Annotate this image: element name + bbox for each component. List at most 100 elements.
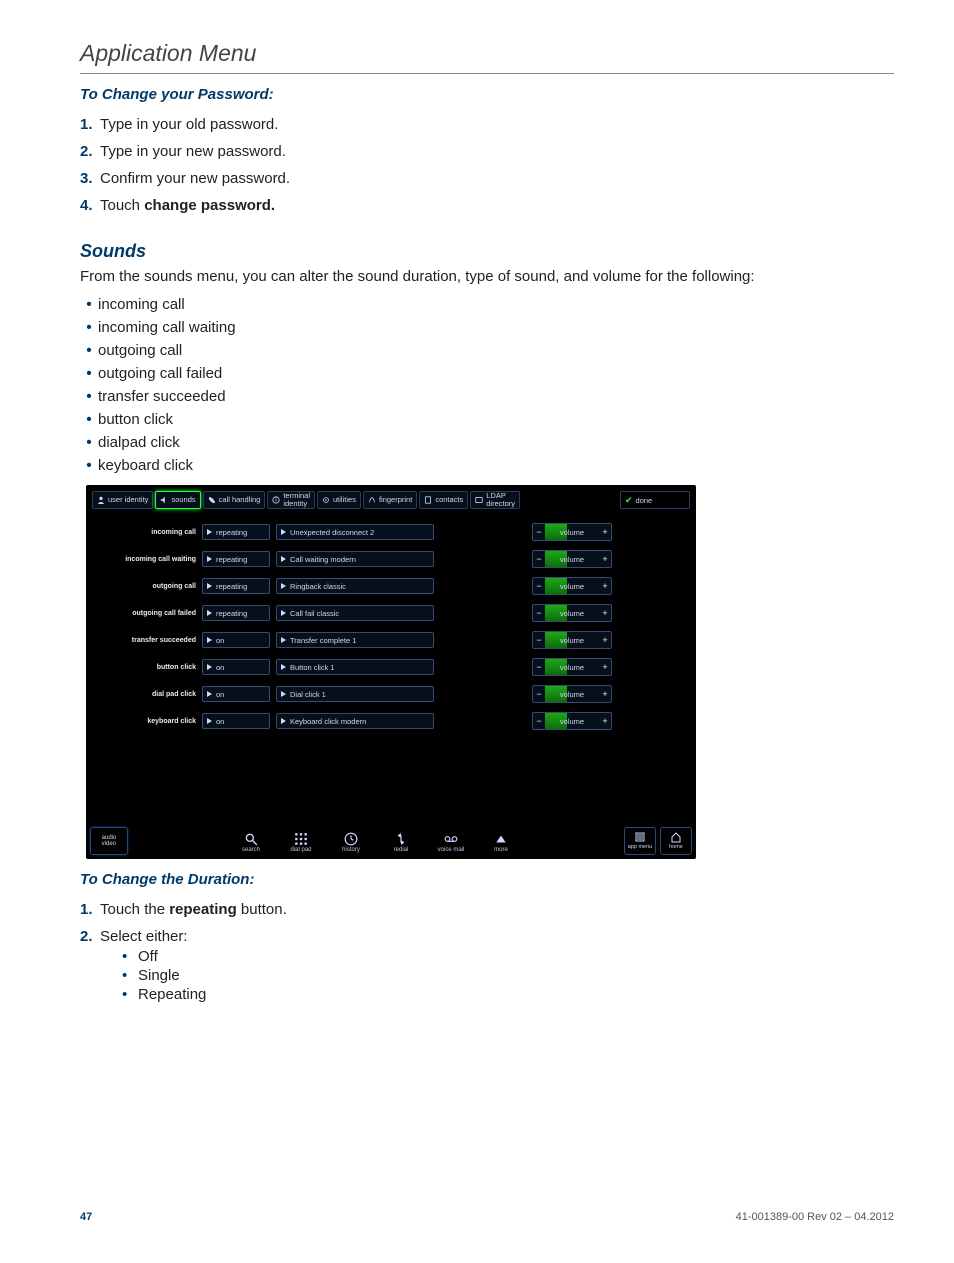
duration-button[interactable]: repeating: [202, 578, 270, 594]
tab-sounds[interactable]: sounds: [155, 491, 200, 509]
page-revision: 41-001389-00 Rev 02 – 04.2012: [736, 1211, 894, 1223]
app-menu-button[interactable]: app menu: [624, 827, 656, 855]
plus-icon[interactable]: +: [599, 635, 611, 645]
duration-button[interactable]: repeating: [202, 551, 270, 567]
step-text: Select either:: [100, 928, 188, 945]
clock-icon: [344, 832, 358, 846]
play-icon: [281, 664, 286, 670]
sound-button[interactable]: Call fail classic: [276, 605, 434, 621]
list-item: Repeating: [122, 985, 894, 1004]
sound-button[interactable]: Unexpected disconnect 2: [276, 524, 434, 540]
row-label: button click: [92, 664, 202, 671]
sound-row: outgoing callrepeatingRingback classic−v…: [92, 577, 690, 595]
tab-user-identity[interactable]: user identity: [92, 491, 153, 509]
tab-contacts[interactable]: contacts: [419, 491, 468, 509]
triangle-up-icon: [494, 832, 508, 846]
play-icon: [281, 637, 286, 643]
nav-search[interactable]: search: [228, 832, 274, 853]
sound-button[interactable]: Dial click 1: [276, 686, 434, 702]
list-item: Off: [122, 947, 894, 966]
plus-icon[interactable]: +: [599, 608, 611, 618]
sound-button[interactable]: Transfer complete 1: [276, 632, 434, 648]
plus-icon[interactable]: +: [599, 527, 611, 537]
volume-control[interactable]: −volume+: [532, 604, 612, 622]
list-item: outgoing call failed: [80, 362, 894, 385]
step-text: Confirm your new password.: [100, 170, 290, 187]
sounds-intro: From the sounds menu, you can alter the …: [80, 268, 894, 285]
sound-row: transfer succeededon Transfer complete 1 −…: [92, 631, 690, 649]
tab-fingerprint[interactable]: fingerprint: [363, 491, 417, 509]
duration-button[interactable]: on: [202, 632, 270, 648]
row-label: outgoing call failed: [92, 610, 202, 617]
done-button[interactable]: ✔done: [620, 491, 690, 509]
volume-control[interactable]: −volume+: [532, 658, 612, 676]
heading-change-password: To Change your Password:: [80, 86, 894, 103]
tab-utilities[interactable]: utilities: [317, 491, 361, 509]
volume-control[interactable]: −volume+: [532, 523, 612, 541]
volume-control[interactable]: −volume+: [532, 577, 612, 595]
duration-button[interactable]: on: [202, 686, 270, 702]
sound-button[interactable]: Keyboard click modern: [276, 713, 434, 729]
duration-button[interactable]: repeating: [202, 605, 270, 621]
volume-control[interactable]: −volume+: [532, 685, 612, 703]
page-number: 47: [80, 1211, 92, 1223]
redial-icon: [394, 832, 408, 846]
row-label: dial pad click: [92, 691, 202, 698]
row-label: keyboard click: [92, 718, 202, 725]
volume-control[interactable]: −volume+: [532, 631, 612, 649]
sound-button[interactable]: Button click 1: [276, 659, 434, 675]
sound-button[interactable]: Ringback classic: [276, 578, 434, 594]
plus-icon[interactable]: +: [599, 554, 611, 564]
sounds-bullets: incoming call incoming call waiting outg…: [80, 293, 894, 477]
sound-row: dial pad clickon Dial click 1 −volume+: [92, 685, 690, 703]
play-icon: [281, 691, 286, 697]
minus-icon[interactable]: −: [533, 662, 545, 672]
step-text-bold: repeating: [169, 901, 237, 918]
duration-button[interactable]: repeating: [202, 524, 270, 540]
plus-icon[interactable]: +: [599, 716, 611, 726]
sound-row: incoming callrepeatingUnexpected disconn…: [92, 523, 690, 541]
minus-icon[interactable]: −: [533, 689, 545, 699]
minus-icon[interactable]: −: [533, 581, 545, 591]
plus-icon[interactable]: +: [599, 689, 611, 699]
step-text: button.: [237, 901, 287, 918]
phone-icon: [208, 496, 216, 504]
row-label: transfer succeeded: [92, 637, 202, 644]
check-icon: ✔: [625, 495, 633, 506]
nav-redial[interactable]: redial: [378, 832, 424, 853]
nav-dialpad[interactable]: dial pad: [278, 832, 324, 853]
list-item: dialpad click: [80, 431, 894, 454]
home-button[interactable]: home: [660, 827, 692, 855]
nav-more[interactable]: more: [478, 832, 524, 853]
nav-history[interactable]: history: [328, 832, 374, 853]
nav-voicemail[interactable]: voice mail: [428, 832, 474, 853]
tab-call-handling[interactable]: call handling: [203, 491, 266, 509]
play-icon: [207, 718, 212, 724]
plus-icon[interactable]: +: [599, 662, 611, 672]
volume-control[interactable]: −volume+: [532, 712, 612, 730]
menu-icon: [634, 831, 646, 843]
tab-terminal-identity[interactable]: terminal identity: [267, 491, 315, 509]
minus-icon[interactable]: −: [533, 554, 545, 564]
plus-icon[interactable]: +: [599, 581, 611, 591]
fingerprint-icon: [368, 496, 376, 504]
tab-ldap-directory[interactable]: LDAP directory: [470, 491, 520, 509]
list-item: keyboard click: [80, 454, 894, 477]
sound-button[interactable]: Call waiting modern: [276, 551, 434, 567]
play-icon: [207, 610, 212, 616]
list-item: incoming call waiting: [80, 316, 894, 339]
step-text: Touch: [100, 197, 144, 214]
audio-video-button[interactable]: audio video: [90, 827, 128, 855]
duration-button[interactable]: on: [202, 659, 270, 675]
duration-button[interactable]: on: [202, 713, 270, 729]
voicemail-icon: [444, 832, 458, 846]
gear-icon: [322, 496, 330, 504]
book-icon: [475, 496, 483, 504]
minus-icon[interactable]: −: [533, 527, 545, 537]
minus-icon[interactable]: −: [533, 608, 545, 618]
minus-icon[interactable]: −: [533, 635, 545, 645]
play-icon: [281, 529, 286, 535]
minus-icon[interactable]: −: [533, 716, 545, 726]
person-icon: [97, 496, 105, 504]
volume-control[interactable]: −volume+: [532, 550, 612, 568]
